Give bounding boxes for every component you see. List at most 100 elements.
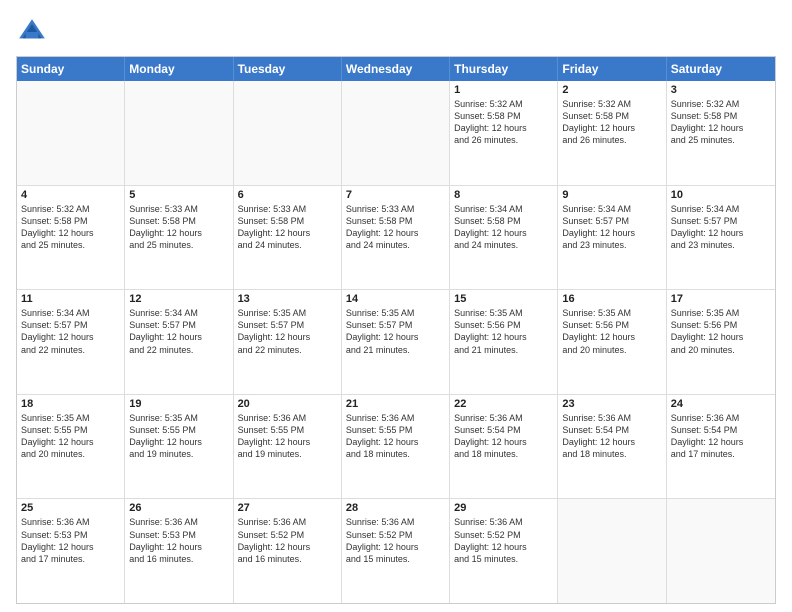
calendar-day-cell: 23 Sunrise: 5:36 AM Sunset: 5:54 PM Dayli…: [558, 395, 666, 499]
day-info: Sunrise: 5:32 AM Sunset: 5:58 PM Dayligh…: [562, 98, 661, 147]
day-info: Sunrise: 5:36 AM Sunset: 5:55 PM Dayligh…: [346, 412, 445, 461]
day-number: 18: [21, 398, 120, 410]
calendar-day-cell: 25 Sunrise: 5:36 AM Sunset: 5:53 PM Dayli…: [17, 499, 125, 603]
day-number: 27: [238, 502, 337, 514]
calendar-day-cell: 14 Sunrise: 5:35 AM Sunset: 5:57 PM Dayli…: [342, 290, 450, 394]
day-info: Sunrise: 5:36 AM Sunset: 5:54 PM Dayligh…: [562, 412, 661, 461]
day-info: Sunrise: 5:36 AM Sunset: 5:52 PM Dayligh…: [454, 516, 553, 565]
day-number: 15: [454, 293, 553, 305]
calendar-day-cell: 5Sunrise: 5:33 AM Sunset: 5:58 PM Daylig…: [125, 186, 233, 290]
calendar-row: 1 Sunrise: 5:32 AM Sunset: 5:58 PM Daylig…: [17, 81, 775, 185]
day-info: Sunrise: 5:35 AM Sunset: 5:56 PM Dayligh…: [671, 307, 771, 356]
day-info: Sunrise: 5:36 AM Sunset: 5:52 PM Dayligh…: [346, 516, 445, 565]
day-number: 9: [562, 189, 661, 201]
day-info: Sunrise: 5:36 AM Sunset: 5:53 PM Dayligh…: [129, 516, 228, 565]
day-number: 1: [454, 84, 553, 96]
day-info: Sunrise: 5:36 AM Sunset: 5:52 PM Dayligh…: [238, 516, 337, 565]
calendar-empty-cell: [558, 499, 666, 603]
day-number: 4: [21, 189, 120, 201]
day-number: 29: [454, 502, 553, 514]
calendar-day-cell: 1 Sunrise: 5:32 AM Sunset: 5:58 PM Daylig…: [450, 81, 558, 185]
day-info: Sunrise: 5:34 AM Sunset: 5:58 PM Dayligh…: [454, 203, 553, 252]
day-info: Sunrise: 5:36 AM Sunset: 5:54 PM Dayligh…: [454, 412, 553, 461]
day-number: 20: [238, 398, 337, 410]
day-number: 10: [671, 189, 771, 201]
day-info: Sunrise: 5:32 AM Sunset: 5:58 PM Dayligh…: [671, 98, 771, 147]
calendar-row: 4 Sunrise: 5:32 AM Sunset: 5:58 PM Daylig…: [17, 185, 775, 290]
logo-icon: [16, 16, 48, 48]
calendar-day-cell: 6 Sunrise: 5:33 AM Sunset: 5:58 PM Daylig…: [234, 186, 342, 290]
calendar-day-cell: 28 Sunrise: 5:36 AM Sunset: 5:52 PM Dayli…: [342, 499, 450, 603]
calendar-day-cell: 29 Sunrise: 5:36 AM Sunset: 5:52 PM Dayli…: [450, 499, 558, 603]
calendar-day-cell: 17Sunrise: 5:35 AM Sunset: 5:56 PM Dayli…: [667, 290, 775, 394]
day-number: 14: [346, 293, 445, 305]
calendar-day-cell: 15 Sunrise: 5:35 AM Sunset: 5:56 PM Dayli…: [450, 290, 558, 394]
weekday-header: Friday: [558, 57, 666, 81]
weekday-header: Wednesday: [342, 57, 450, 81]
weekday-header: Monday: [125, 57, 233, 81]
calendar-day-cell: 2Sunrise: 5:32 AM Sunset: 5:58 PM Daylig…: [558, 81, 666, 185]
day-number: 21: [346, 398, 445, 410]
day-info: Sunrise: 5:35 AM Sunset: 5:55 PM Dayligh…: [129, 412, 228, 461]
day-info: Sunrise: 5:35 AM Sunset: 5:56 PM Dayligh…: [562, 307, 661, 356]
day-info: Sunrise: 5:35 AM Sunset: 5:55 PM Dayligh…: [21, 412, 120, 461]
header: [16, 16, 776, 48]
day-number: 23: [562, 398, 661, 410]
day-info: Sunrise: 5:36 AM Sunset: 5:53 PM Dayligh…: [21, 516, 120, 565]
calendar-day-cell: 20 Sunrise: 5:36 AM Sunset: 5:55 PM Dayli…: [234, 395, 342, 499]
calendar-row: 25 Sunrise: 5:36 AM Sunset: 5:53 PM Dayli…: [17, 498, 775, 603]
calendar-day-cell: 4 Sunrise: 5:32 AM Sunset: 5:58 PM Daylig…: [17, 186, 125, 290]
day-number: 7: [346, 189, 445, 201]
day-info: Sunrise: 5:36 AM Sunset: 5:54 PM Dayligh…: [671, 412, 771, 461]
weekday-header: Tuesday: [234, 57, 342, 81]
calendar-empty-cell: [17, 81, 125, 185]
calendar-day-cell: 22 Sunrise: 5:36 AM Sunset: 5:54 PM Dayli…: [450, 395, 558, 499]
logo: [16, 16, 52, 48]
calendar-day-cell: 10 Sunrise: 5:34 AM Sunset: 5:57 PM Dayli…: [667, 186, 775, 290]
day-number: 22: [454, 398, 553, 410]
calendar-day-cell: 9 Sunrise: 5:34 AM Sunset: 5:57 PM Daylig…: [558, 186, 666, 290]
weekday-header: Saturday: [667, 57, 775, 81]
calendar-empty-cell: [234, 81, 342, 185]
day-info: Sunrise: 5:32 AM Sunset: 5:58 PM Dayligh…: [454, 98, 553, 147]
calendar-day-cell: 16 Sunrise: 5:35 AM Sunset: 5:56 PM Dayli…: [558, 290, 666, 394]
calendar-row: 11 Sunrise: 5:34 AM Sunset: 5:57 PM Dayli…: [17, 289, 775, 394]
day-info: Sunrise: 5:33 AM Sunset: 5:58 PM Dayligh…: [346, 203, 445, 252]
day-number: 5: [129, 189, 228, 201]
calendar-day-cell: 26Sunrise: 5:36 AM Sunset: 5:53 PM Dayli…: [125, 499, 233, 603]
day-info: Sunrise: 5:34 AM Sunset: 5:57 PM Dayligh…: [21, 307, 120, 356]
day-number: 28: [346, 502, 445, 514]
calendar-day-cell: 27 Sunrise: 5:36 AM Sunset: 5:52 PM Dayli…: [234, 499, 342, 603]
day-info: Sunrise: 5:33 AM Sunset: 5:58 PM Dayligh…: [238, 203, 337, 252]
calendar-row: 18 Sunrise: 5:35 AM Sunset: 5:55 PM Dayli…: [17, 394, 775, 499]
day-number: 6: [238, 189, 337, 201]
day-number: 11: [21, 293, 120, 305]
day-number: 13: [238, 293, 337, 305]
calendar-day-cell: 13Sunrise: 5:35 AM Sunset: 5:57 PM Dayli…: [234, 290, 342, 394]
day-info: Sunrise: 5:34 AM Sunset: 5:57 PM Dayligh…: [129, 307, 228, 356]
day-info: Sunrise: 5:32 AM Sunset: 5:58 PM Dayligh…: [21, 203, 120, 252]
day-number: 16: [562, 293, 661, 305]
calendar-day-cell: 12Sunrise: 5:34 AM Sunset: 5:57 PM Dayli…: [125, 290, 233, 394]
day-info: Sunrise: 5:36 AM Sunset: 5:55 PM Dayligh…: [238, 412, 337, 461]
calendar: SundayMondayTuesdayWednesdayThursdayFrid…: [16, 56, 776, 604]
calendar-empty-cell: [125, 81, 233, 185]
calendar-day-cell: 3 Sunrise: 5:32 AM Sunset: 5:58 PM Daylig…: [667, 81, 775, 185]
page: SundayMondayTuesdayWednesdayThursdayFrid…: [0, 0, 792, 612]
day-info: Sunrise: 5:35 AM Sunset: 5:57 PM Dayligh…: [346, 307, 445, 356]
weekday-header: Thursday: [450, 57, 558, 81]
day-info: Sunrise: 5:35 AM Sunset: 5:56 PM Dayligh…: [454, 307, 553, 356]
calendar-day-cell: 7 Sunrise: 5:33 AM Sunset: 5:58 PM Daylig…: [342, 186, 450, 290]
day-info: Sunrise: 5:34 AM Sunset: 5:57 PM Dayligh…: [562, 203, 661, 252]
day-info: Sunrise: 5:34 AM Sunset: 5:57 PM Dayligh…: [671, 203, 771, 252]
day-number: 25: [21, 502, 120, 514]
day-number: 3: [671, 84, 771, 96]
calendar-empty-cell: [667, 499, 775, 603]
day-number: 8: [454, 189, 553, 201]
calendar-day-cell: 24 Sunrise: 5:36 AM Sunset: 5:54 PM Dayli…: [667, 395, 775, 499]
calendar-day-cell: 18 Sunrise: 5:35 AM Sunset: 5:55 PM Dayli…: [17, 395, 125, 499]
day-number: 24: [671, 398, 771, 410]
calendar-day-cell: 21 Sunrise: 5:36 AM Sunset: 5:55 PM Dayli…: [342, 395, 450, 499]
calendar-day-cell: 8 Sunrise: 5:34 AM Sunset: 5:58 PM Daylig…: [450, 186, 558, 290]
calendar-body: 1 Sunrise: 5:32 AM Sunset: 5:58 PM Daylig…: [17, 81, 775, 603]
